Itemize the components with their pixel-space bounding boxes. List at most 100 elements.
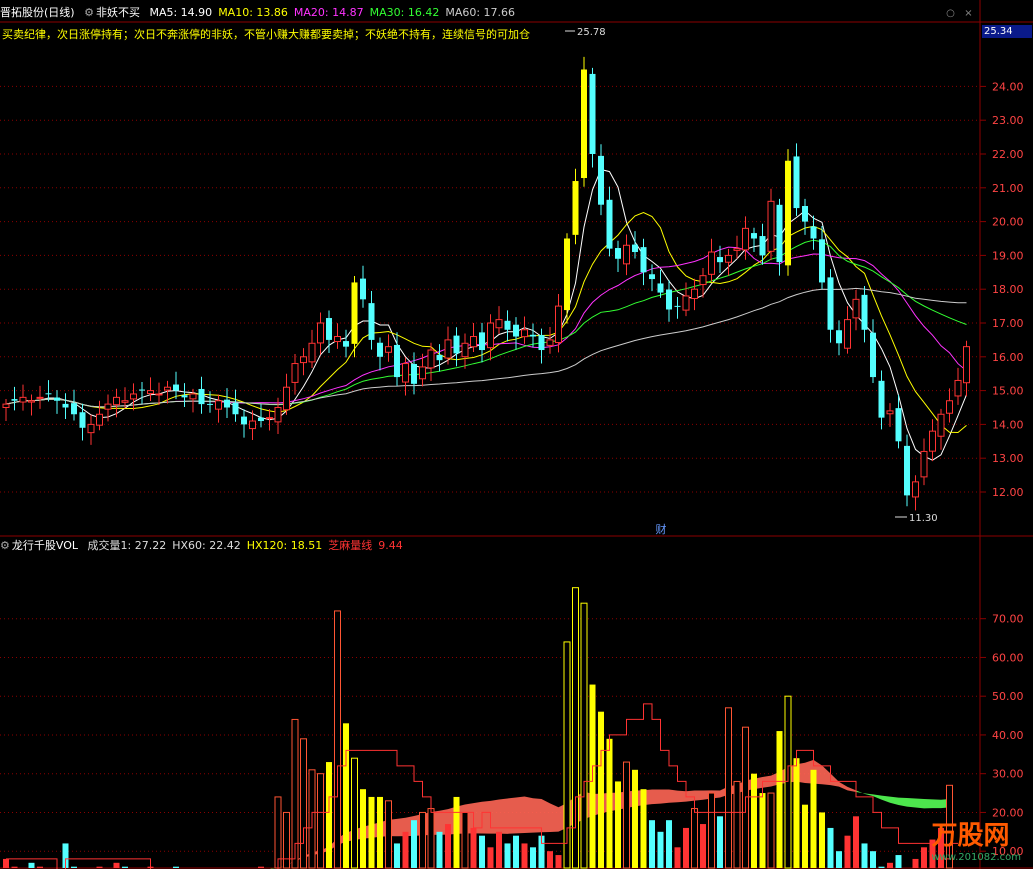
volume-bar: [725, 707, 732, 869]
ma-label-2: MA20: 14.87: [293, 6, 364, 19]
candle-body: [785, 160, 791, 266]
candle-body: [343, 341, 349, 347]
candle-body: [368, 303, 375, 340]
indicator-name[interactable]: 非妖不买: [96, 6, 140, 19]
volume-band-segment: [898, 797, 907, 807]
low-annotation: 11.30: [895, 513, 938, 524]
volume-tick-label: 50.00: [992, 690, 1024, 703]
candle-body: [173, 384, 179, 391]
volume-bar: [11, 866, 18, 868]
candle-body: [28, 400, 35, 403]
candle-body: [232, 402, 239, 415]
volume-bar: [334, 610, 341, 869]
candle-body: [546, 339, 554, 346]
volume-bar: [513, 835, 519, 868]
gear-icon[interactable]: ⚙: [0, 539, 10, 552]
ma-labels: MA5: 14.90 MA10: 13.86 MA20: 14.87 MA30: 16…: [149, 6, 521, 19]
candle-body: [436, 354, 443, 361]
candle-body: [521, 329, 528, 338]
candle-body: [266, 417, 273, 420]
candle-body: [274, 407, 282, 423]
volume-bar: [96, 866, 103, 868]
volume-bar: [836, 851, 842, 868]
volume-band-segment: [82, 865, 91, 866]
volume-bar: [878, 866, 885, 868]
volume-band-segment: [915, 798, 924, 809]
event-markers: 财涨榜跌: [656, 522, 667, 536]
candle-body: [632, 244, 638, 253]
volume-label-2: HX120: 18.51: [246, 539, 323, 552]
volume-band-segment: [490, 799, 499, 834]
volume-header: ⚙ 龙行千股VOL 成交量1: 27.22 HX60: 22.42 HX120: 18…: [0, 539, 415, 553]
ma-label-3: MA30: 16.42: [369, 6, 440, 19]
volume-band-segment: [839, 781, 848, 791]
price-tick-label: 12.00: [992, 486, 1024, 499]
current-price-tag: 25.34: [982, 25, 1032, 38]
volume-bar: [402, 831, 409, 868]
volume-band-segment: [847, 786, 856, 792]
volume-indicator-name[interactable]: 龙行千股VOL: [12, 539, 78, 552]
candle-body: [895, 408, 902, 442]
candle-body: [147, 390, 154, 395]
candle-body: [377, 342, 383, 357]
candle-body: [759, 236, 766, 256]
stock-chart[interactable]: 12.00 13.00 14.00 15.00 16.00 17.00 18.00 19.00…: [0, 0, 1033, 869]
candle-body: [155, 393, 163, 396]
candle-body: [657, 283, 664, 293]
volume-bar: [810, 769, 817, 868]
volume-band-segment: [541, 799, 550, 833]
candle-body: [283, 386, 290, 411]
candle-body: [699, 275, 707, 286]
candle-body: [487, 322, 494, 349]
volume-bar: [844, 835, 851, 868]
candle-body: [844, 319, 851, 349]
volume-bar: [3, 858, 9, 868]
volume-tick-label: 40.00: [992, 729, 1024, 742]
gear-icon[interactable]: ⚙: [84, 6, 94, 19]
candle-body: [62, 403, 69, 408]
volume-band-segment: [907, 798, 916, 808]
price-tick-label: 20.00: [992, 216, 1024, 229]
volume-bar: [283, 811, 290, 869]
candle-body: [963, 346, 970, 384]
volume-bar: [122, 866, 128, 868]
volume-bar: [427, 808, 435, 869]
candle-body: [691, 288, 698, 300]
candle-body: [427, 349, 435, 369]
high-annotation: 25.78: [565, 27, 606, 38]
candle-body: [802, 206, 808, 222]
candle-body: [946, 400, 953, 414]
volume-bar: [853, 816, 859, 868]
candle-body: [36, 396, 44, 399]
volume-band-segment: [40, 865, 49, 867]
candle-body: [827, 277, 834, 330]
candle-body: [538, 335, 545, 351]
volume-bar: [368, 796, 375, 868]
circle-icon[interactable]: ○: [945, 8, 956, 19]
volume-band-segment: [482, 800, 491, 834]
volume-bar: [173, 866, 179, 868]
ma-label-1: MA10: 13.86: [218, 6, 288, 19]
stock-name[interactable]: 晋拓股份: [0, 6, 44, 19]
candle-body: [555, 305, 562, 344]
price-tick-label: 19.00: [992, 249, 1024, 262]
volume-bar: [28, 862, 35, 868]
volume-bar: [895, 855, 902, 868]
volume-tick-label: 60.00: [992, 651, 1024, 664]
period-label[interactable]: (日线): [44, 6, 75, 19]
candle-body: [504, 320, 511, 330]
candle-body: [419, 366, 426, 380]
volume-bar: [521, 843, 528, 868]
candle-body: [394, 344, 400, 378]
candle-body: [589, 73, 596, 154]
volume-bar: [326, 762, 332, 868]
volume-bar: [360, 789, 366, 868]
ma-line-5: [5, 168, 967, 461]
candle-body: [674, 305, 681, 307]
candle-body: [581, 69, 587, 179]
candle-body: [572, 181, 579, 235]
close-icon[interactable]: ×: [963, 8, 974, 19]
candle-body: [351, 282, 358, 344]
candle-body: [19, 396, 27, 403]
candle-body: [461, 342, 469, 358]
